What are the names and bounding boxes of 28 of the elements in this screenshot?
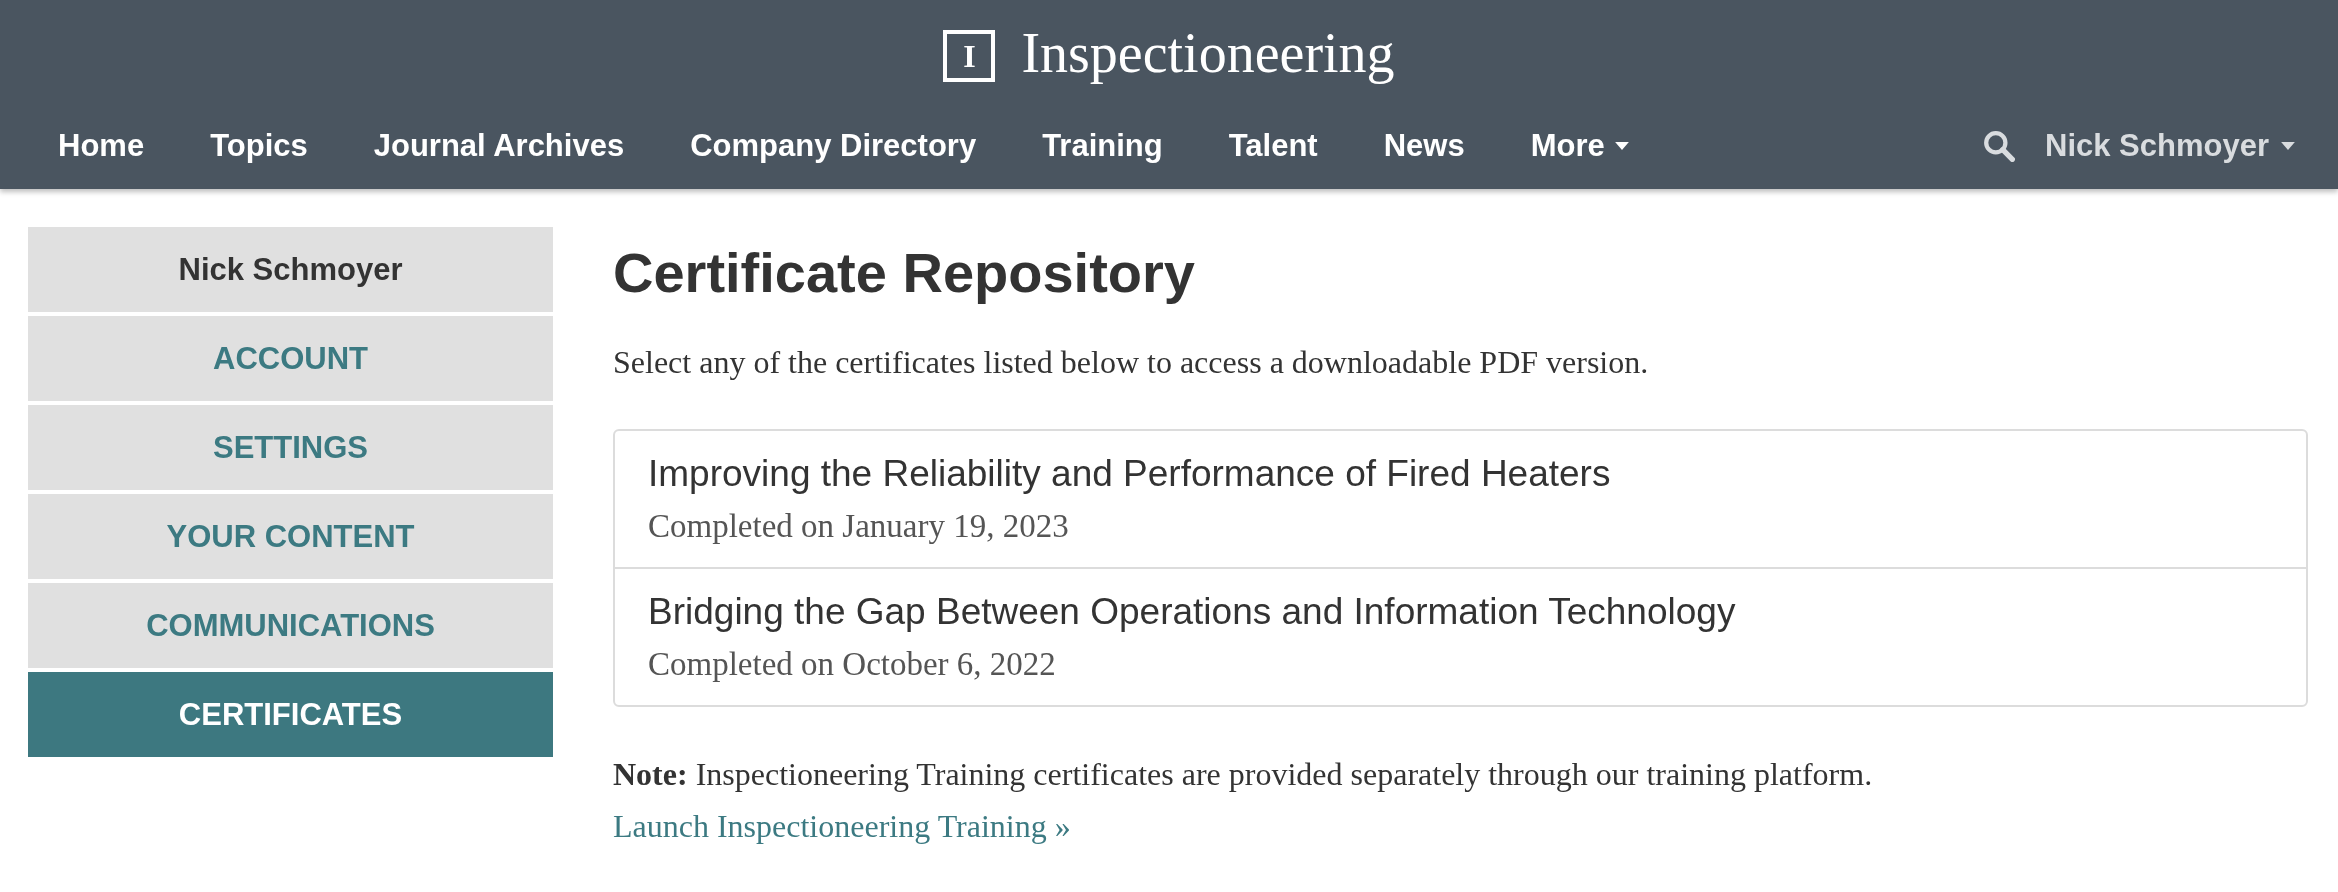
sidebar-user-name: Nick Schmoyer	[28, 227, 553, 312]
training-link[interactable]: Launch Inspectioneering Training »	[613, 808, 1071, 844]
search-icon[interactable]	[1983, 129, 2015, 162]
sidebar-item[interactable]: YOUR CONTENT	[28, 494, 553, 579]
page-title: Certificate Repository	[613, 242, 1196, 304]
user-menu[interactable]: Nick Schmoyer	[2045, 127, 2295, 164]
sidebar-item[interactable]: SETTINGS	[28, 405, 553, 490]
intro-text: Select any of the certificates listed below to access a downloadable PDF version.	[613, 343, 1650, 382]
completion-date: Completed on January 19, 2023	[648, 507, 1070, 546]
sidebar-item[interactable]: CERTIFICATES	[28, 672, 553, 757]
logo-text[interactable]: Inspectioneering	[1021, 25, 1395, 87]
certificate-item[interactable]: Improving the Reliability and Performance of Fired Heaters Completed on January 19, 2023	[615, 431, 2306, 567]
completion-date: Completed on October 6, 2022	[648, 645, 1057, 684]
sidebar-item[interactable]: ACCOUNT	[28, 316, 553, 401]
nav-link[interactable]: Home	[25, 127, 178, 164]
nav-link[interactable]: Company Directory	[657, 127, 1010, 164]
nav-link[interactable]: More	[1497, 127, 1662, 164]
sidebar-item[interactable]: COMMUNICATIONS	[28, 583, 553, 668]
nav-link[interactable]: Talent	[1195, 127, 1351, 164]
note-text: Note: Inspectioneering Training certificates are provided separately through our training platform. Launch Inspectioneering Training »	[613, 755, 1874, 846]
logo-mark[interactable]: I	[943, 30, 996, 82]
certificate-title: Bridging the Gap Between Operations and Information Technology	[648, 590, 1737, 634]
certificate-title: Improving the Reliability and Performance of Fired Heaters	[648, 452, 1612, 496]
certificate-item[interactable]: Bridging the Gap Between Operations and Information Technology Completed on October 6, 2022	[615, 567, 2306, 705]
nav-link[interactable]: News	[1350, 127, 1498, 164]
nav-link[interactable]: Journal Archives	[340, 127, 658, 164]
nav-link[interactable]: Topics	[177, 127, 341, 164]
nav-link[interactable]: Training	[1009, 127, 1196, 164]
